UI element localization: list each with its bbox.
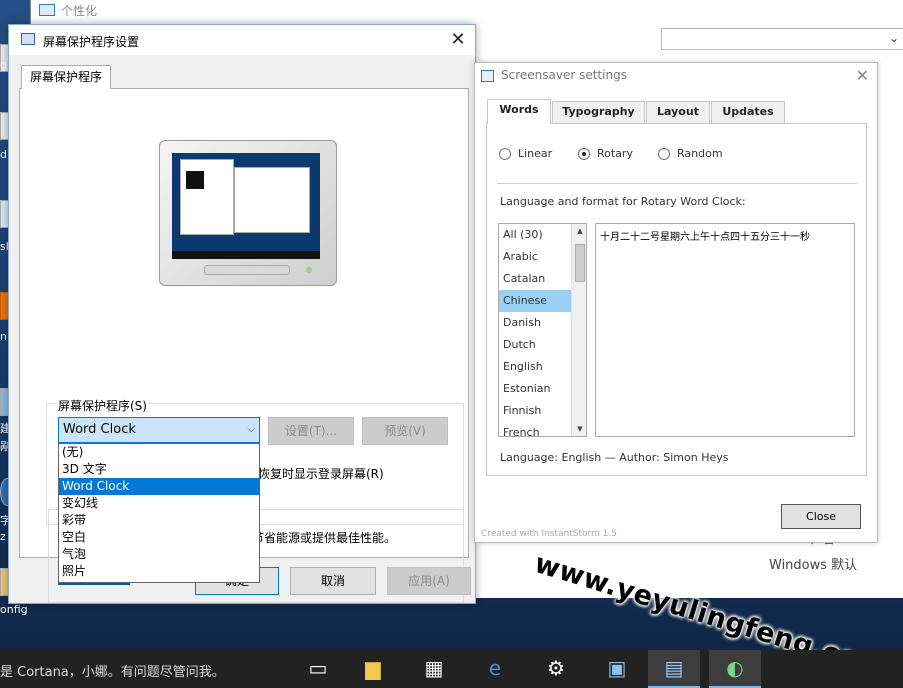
preview-button[interactable]: 预览(V) [362, 417, 448, 445]
combo-value: Word Clock [63, 422, 136, 437]
screensaver-combobox[interactable]: Word Clock ⌵ [58, 417, 260, 443]
created-with-note: Created with InstantStorm 1.5 [481, 529, 617, 539]
language-format-label: Language and format for Rotary Word Cloc… [500, 195, 746, 208]
radio-rotary[interactable]: Rotary [578, 147, 633, 160]
personalization-icon [39, 4, 55, 16]
window-title-text: 个性化 [61, 3, 98, 18]
wordclock-app-icon: ◐ [726, 656, 744, 680]
dialog-titlebar: 屏幕保护程序设置 ✕ [9, 25, 475, 55]
taskbar-settings[interactable]: ⚙ [530, 650, 582, 688]
radio-random[interactable]: Random [658, 147, 723, 160]
task-view-icon: ▭ [308, 656, 328, 680]
settings-button[interactable]: 设置(T)... [268, 417, 354, 445]
close-icon[interactable]: ✕ [856, 66, 869, 85]
scroll-up-icon[interactable]: ▲ [572, 224, 586, 238]
cancel-button[interactable]: 取消 [290, 567, 376, 595]
task-view-button[interactable]: ▭ [292, 650, 344, 688]
theme-dropdown[interactable]: ⌄ [661, 28, 903, 50]
gear-icon: ⚙ [547, 656, 565, 680]
store-icon: ▦ [424, 656, 444, 680]
preview-window [234, 167, 310, 233]
language-list[interactable]: All (30) Arabic Catalan Chinese Danish D… [498, 223, 587, 437]
close-button[interactable]: ✕ [441, 25, 475, 55]
dropdown-option[interactable]: 3D 文字 [59, 461, 259, 478]
wordclock-settings-dialog: Screensaver settings ✕ Words Typography … [474, 62, 878, 543]
taskbar-edge[interactable]: e [469, 650, 521, 688]
language-scrollbar[interactable]: ▲ ▼ [571, 224, 586, 436]
dropdown-option[interactable]: 彩带 [59, 512, 259, 529]
taskbar-wordclock[interactable]: ◐ [709, 650, 761, 688]
close-button[interactable]: Close [781, 504, 861, 529]
radio-circle [658, 147, 670, 160]
desktop-label: z [0, 530, 6, 543]
dropdown-option-selected[interactable]: Word Clock [59, 478, 259, 495]
dropdown-option[interactable]: 空白 [59, 529, 259, 546]
apply-button[interactable]: 应用(A) [387, 567, 471, 595]
screensaver-settings-dialog: 屏幕保护程序设置 ✕ 屏幕保护程序 屏幕保护程序(S) Word Clock ⌵… [8, 24, 476, 604]
dropdown-option[interactable]: 气泡 [59, 546, 259, 563]
preview-screen [172, 153, 320, 259]
sound-value: Windows 默认 [769, 558, 858, 573]
radio-label: Linear [518, 147, 553, 160]
tab-typography[interactable]: Typography [552, 101, 645, 123]
language-author-info: Language: English — Author: Simon Heys [500, 451, 729, 464]
taskbar-store[interactable]: ▦ [408, 650, 460, 688]
power-led [306, 267, 312, 273]
power-description: 节省能源或提供最佳性能。 [252, 531, 397, 545]
folder-icon: ▆ [365, 656, 381, 680]
radio-circle-checked [578, 147, 590, 160]
radio-label: Rotary [597, 147, 633, 160]
radio-circle [499, 147, 511, 160]
tab-updates[interactable]: Updates [711, 101, 785, 123]
taskbar-explorer[interactable]: ▆ [347, 650, 399, 688]
group-label: 屏幕保护程序(S) [56, 397, 149, 414]
cortana-search-box[interactable]: 是 Cortana，小娜。有问题尽管问我。 [0, 661, 225, 680]
wordclock-app-icon [481, 70, 494, 82]
radio-label: Random [677, 147, 723, 160]
dropdown-option[interactable]: 照片 [59, 563, 259, 580]
scroll-thumb[interactable] [575, 244, 585, 282]
taskbar-control-panel[interactable]: ▣ [591, 650, 643, 688]
radio-linear[interactable]: Linear [499, 147, 552, 160]
monitor-preview [159, 140, 337, 286]
tab-layout[interactable]: Layout [646, 101, 710, 123]
taskbar-screensaver-settings[interactable]: ▤ [648, 650, 700, 688]
window-title: 个性化 [39, 0, 97, 20]
desktop-label: onfig [0, 603, 28, 616]
screensaver-dropdown-list[interactable]: (无) 3D 文字 Word Clock 变幻线 彩带 空白 气泡 照片 [58, 443, 260, 583]
preview-taskbar [172, 251, 320, 259]
divider [497, 183, 857, 184]
taskbar: 是 Cortana，小娜。有问题尽管问我。 ▭ ▆ ▦ e ⚙ ▣ ▤ ◐ [0, 650, 903, 688]
scroll-down-icon[interactable]: ▼ [572, 422, 586, 436]
control-panel-icon: ▣ [607, 656, 627, 680]
dialog-title: Screensaver settings [501, 68, 627, 82]
screensaver-panel: 屏幕保护程序(S) Word Clock ⌵ 设置(T)... 预览(V) 恢复… [19, 88, 469, 603]
edge-icon: e [488, 656, 502, 680]
monitor-base [204, 265, 290, 275]
monitor-icon [21, 33, 35, 45]
dropdown-option[interactable]: 变幻线 [59, 495, 259, 512]
dropdown-option[interactable]: (无) [59, 444, 259, 461]
monitor-icon: ▤ [664, 656, 684, 680]
tab-screensaver[interactable]: 屏幕保护程序 [21, 65, 112, 89]
resume-login-checkbox-label[interactable]: 恢复时显示登录屏幕(R) [258, 465, 384, 482]
clock-text-field[interactable]: 十月二十二号星期六上午十点四十五分三十一秒 [595, 223, 855, 437]
preview-black-square [186, 171, 204, 189]
dialog-title: 屏幕保护程序设置 [43, 35, 140, 49]
chevron-down-icon: ⌵ [247, 424, 255, 435]
chevron-down-icon: ⌄ [888, 31, 899, 45]
tab-words[interactable]: Words [487, 99, 551, 124]
